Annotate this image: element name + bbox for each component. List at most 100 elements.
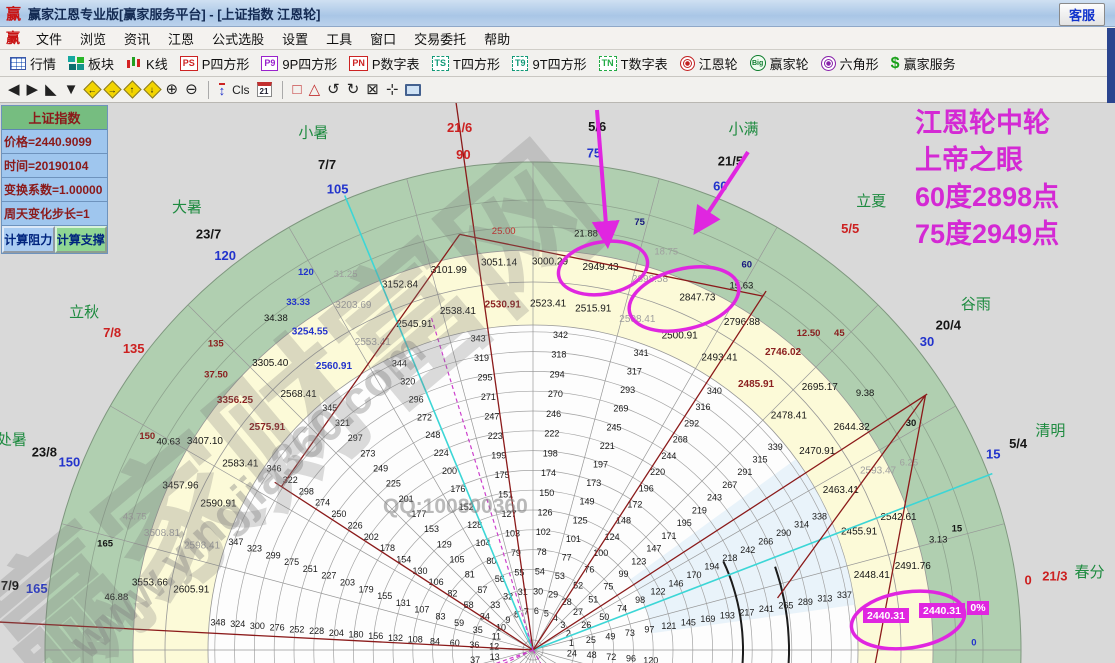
center-view-icon[interactable]: ⊹ [386, 81, 399, 99]
rotate-ccw-icon[interactable]: ↺ [327, 81, 340, 99]
toolbar-t-table[interactable]: TNT数字表 [593, 52, 674, 75]
toolbar-9p-square[interactable]: P99P四方形 [255, 52, 343, 75]
svg-text:318: 318 [551, 350, 566, 360]
menu-设置[interactable]: 设置 [273, 27, 317, 50]
svg-text:5/4: 5/4 [1009, 436, 1028, 451]
svg-text:23/7: 23/7 [196, 227, 221, 242]
rotate-cw-icon[interactable]: ↻ [347, 81, 360, 99]
menu-浏览[interactable]: 浏览 [71, 27, 115, 50]
svg-text:7/7: 7/7 [318, 157, 336, 172]
toolbar-t-square[interactable]: TST四方形 [426, 52, 506, 75]
toolbar-sectors[interactable]: 板块 [62, 52, 120, 75]
toolbar-hexagon[interactable]: 六角形 [815, 52, 885, 75]
calc-resistance-button[interactable]: 计算阻力 [2, 226, 55, 253]
svg-text:150: 150 [539, 488, 554, 498]
zoom-out-icon[interactable]: ⊖ [185, 81, 198, 99]
back-icon[interactable]: ◀ [8, 81, 20, 99]
svg-text:75: 75 [634, 217, 645, 228]
svg-text:135: 135 [208, 339, 225, 350]
price-axis-icon[interactable]: ↕ [219, 83, 226, 97]
menu-交易委托[interactable]: 交易委托 [405, 27, 475, 50]
toolbar-p-square[interactable]: PSP四方形 [174, 52, 256, 75]
winner-service-icon: $ [891, 57, 900, 70]
menu-文件[interactable]: 文件 [27, 27, 71, 50]
menu-公式选股[interactable]: 公式选股 [203, 27, 273, 50]
svg-text:220: 220 [650, 467, 665, 477]
time-field: 时间=20190104 [2, 154, 107, 178]
svg-text:处暑: 处暑 [0, 431, 27, 448]
instrument-panel: 上证指数 价格=2440.9099 时间=20190104 变换系数=1.000… [1, 105, 108, 254]
annotation-line: 上帝之眼 [915, 142, 1059, 179]
pan-left-icon[interactable]: ← [83, 80, 101, 98]
toolbar-kline[interactable]: K线 [120, 52, 174, 75]
customer-service-button[interactable]: 客服 [1059, 3, 1105, 26]
svg-text:146: 146 [668, 578, 683, 588]
triangle-down-icon[interactable]: ▼ [64, 81, 79, 99]
menu-bar: 赢 文件浏览资讯江恩公式选股设置工具窗口交易委托帮助 [0, 27, 1115, 50]
svg-text:2515.91: 2515.91 [575, 303, 612, 314]
toolbar-9t-square[interactable]: T99T四方形 [506, 52, 593, 75]
svg-text:266: 266 [758, 536, 773, 546]
svg-text:149: 149 [579, 497, 594, 507]
pan-up-icon[interactable]: ↑ [123, 80, 141, 98]
svg-text:59: 59 [454, 618, 464, 628]
svg-text:291: 291 [737, 467, 752, 477]
menu-工具[interactable]: 工具 [317, 27, 361, 50]
gann-wheel-label: 江恩轮 [699, 54, 738, 73]
t-square-icon: TS [432, 56, 450, 71]
toolbar-gann-wheel[interactable]: 江恩轮 [674, 52, 744, 75]
svg-text:120: 120 [643, 655, 658, 663]
svg-text:316: 316 [695, 402, 710, 412]
triangle-left-icon[interactable]: ◣ [45, 81, 57, 99]
svg-text:228: 228 [309, 626, 324, 636]
p-table-label: P数字表 [372, 54, 420, 73]
svg-text:313: 313 [817, 594, 832, 604]
triangle-tool-icon[interactable]: △ [309, 81, 321, 99]
toolbar-winner-service[interactable]: $赢家服务 [885, 52, 962, 75]
menu-资讯[interactable]: 资讯 [115, 27, 159, 50]
calc-support-button[interactable]: 计算支撑 [55, 226, 108, 253]
svg-text:51: 51 [588, 594, 598, 604]
menu-帮助[interactable]: 帮助 [475, 27, 519, 50]
menu-窗口[interactable]: 窗口 [361, 27, 405, 50]
svg-text:179: 179 [359, 584, 374, 594]
svg-text:2796.88: 2796.88 [724, 317, 761, 328]
svg-text:96: 96 [626, 654, 636, 663]
square-tool-icon[interactable]: □ [293, 81, 302, 99]
delete-box-icon[interactable]: ⊠ [366, 81, 379, 99]
svg-text:90: 90 [456, 147, 470, 162]
toolbar-winner-wheel[interactable]: Big赢家轮 [744, 52, 815, 75]
svg-text:224: 224 [434, 448, 449, 458]
calendar-icon[interactable]: 21 [257, 82, 272, 97]
svg-text:180: 180 [349, 630, 364, 640]
svg-text:清明: 清明 [1035, 422, 1065, 439]
kline-icon [126, 56, 142, 70]
quotes-icon [10, 57, 26, 70]
svg-text:53: 53 [555, 571, 565, 581]
svg-text:270: 270 [548, 389, 563, 399]
svg-text:227: 227 [321, 571, 336, 581]
pan-right-icon[interactable]: → [103, 80, 121, 98]
cls-button[interactable]: Cls [232, 83, 249, 97]
svg-text:348: 348 [210, 617, 225, 627]
svg-text:2593.47: 2593.47 [860, 465, 897, 476]
svg-text:219: 219 [692, 505, 707, 515]
zoom-in-icon[interactable]: ⊕ [166, 81, 179, 99]
svg-text:30: 30 [533, 586, 543, 596]
svg-text:2470.91: 2470.91 [799, 446, 836, 457]
svg-text:57: 57 [477, 585, 487, 595]
toolbar-p-table[interactable]: PNP数字表 [343, 52, 425, 75]
svg-text:129: 129 [437, 539, 452, 549]
forward-icon[interactable]: ▶ [27, 81, 39, 99]
svg-text:9: 9 [505, 615, 510, 625]
sectors-icon [68, 56, 84, 70]
svg-text:252: 252 [289, 624, 304, 634]
screen-icon[interactable] [405, 84, 421, 96]
menu-江恩[interactable]: 江恩 [159, 27, 203, 50]
svg-text:37: 37 [470, 655, 480, 663]
svg-text:50: 50 [599, 612, 609, 622]
pan-down-icon[interactable]: ↓ [143, 80, 161, 98]
svg-text:45: 45 [834, 328, 845, 339]
toolbar-quotes[interactable]: 行情 [4, 52, 62, 75]
conversion-factor-field: 变换系数=1.00000 [2, 178, 107, 202]
